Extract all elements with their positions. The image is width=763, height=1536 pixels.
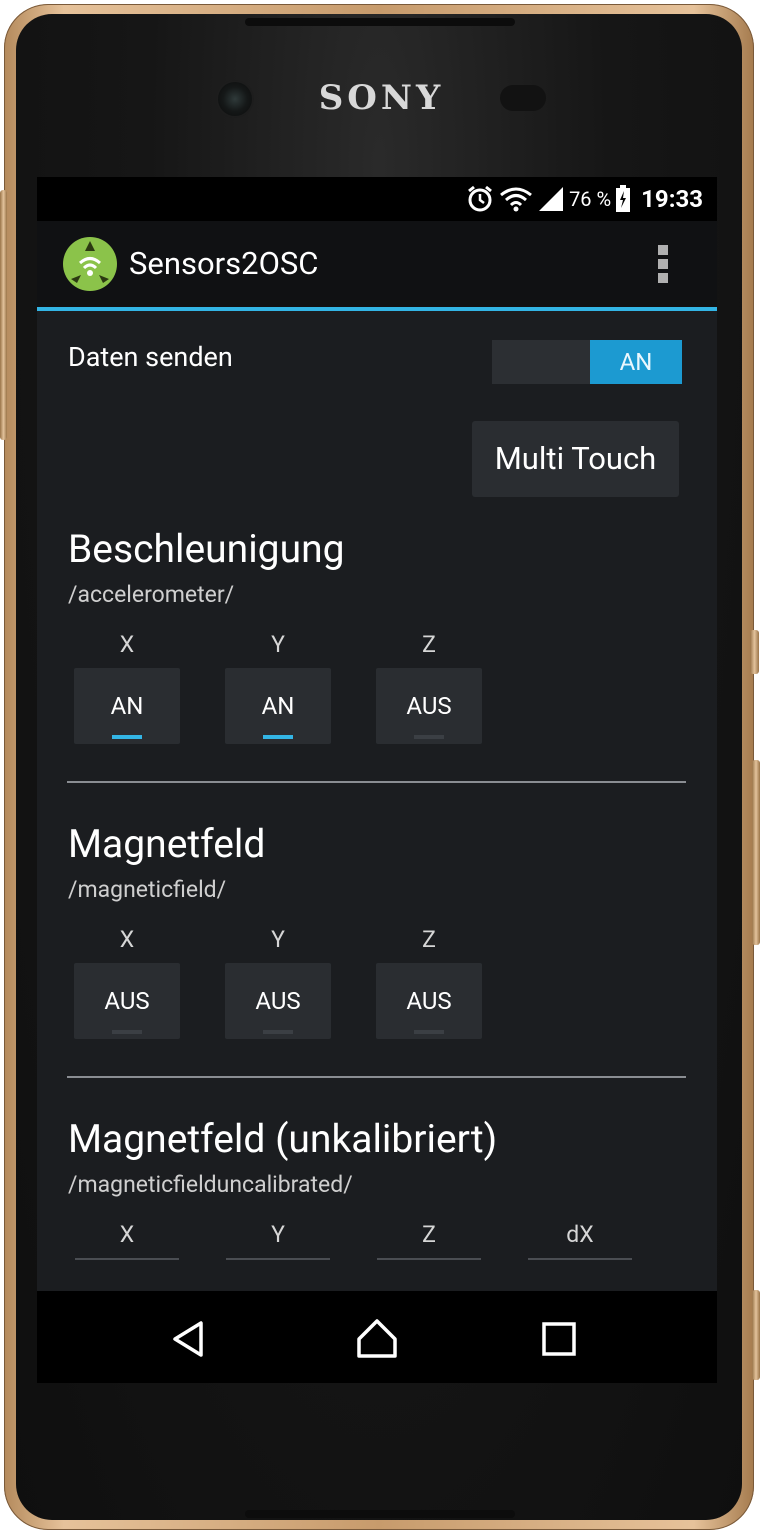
battery-percent: 76 % (569, 187, 612, 211)
overflow-menu-icon[interactable] (653, 245, 673, 287)
navigation-bar (37, 1291, 717, 1383)
app-title: Sensors2OSC (129, 245, 319, 282)
field-underline (528, 1258, 632, 1260)
side-button-volume (752, 760, 760, 945)
signal-icon (539, 187, 564, 211)
toggle-indicator (414, 735, 444, 739)
axis-label-y: Y (271, 926, 285, 953)
toggle-thumb: AN (590, 340, 682, 384)
earpiece-speaker (245, 18, 515, 26)
app-logo-icon[interactable] (63, 237, 117, 291)
magnet-y-toggle[interactable]: AUS (225, 963, 331, 1039)
home-icon[interactable] (355, 1317, 399, 1361)
toggle-indicator (112, 735, 142, 739)
side-button-camera (752, 1290, 760, 1380)
screen: 76 % 19:33 Sensors2OSC Daten senden AN M… (37, 177, 717, 1383)
toggle-text: AUS (104, 987, 150, 1015)
send-data-label: Daten senden (68, 341, 233, 373)
clock: 19:33 (641, 185, 703, 213)
accel-x-toggle[interactable]: AN (74, 668, 180, 744)
section-path: /accelerometer/ (68, 581, 235, 608)
section-divider (67, 781, 686, 783)
magnet-x-toggle[interactable]: AUS (74, 963, 180, 1039)
axis-label-x: X (119, 1221, 135, 1248)
section-title: Beschleunigung (68, 526, 345, 572)
brand-logo: SONY (318, 78, 445, 118)
section-title: Magnetfeld (68, 821, 266, 867)
main-content: Daten senden AN Multi Touch Beschleunigu… (37, 311, 717, 1291)
field-underline (75, 1258, 179, 1260)
recents-icon[interactable] (537, 1317, 581, 1361)
axis-label-z: Z (422, 631, 436, 658)
toggle-text: AUS (406, 692, 452, 720)
multi-touch-button[interactable]: Multi Touch (472, 421, 679, 497)
toggle-text: AUS (406, 987, 452, 1015)
accel-z-toggle[interactable]: AUS (376, 668, 482, 744)
section-path: /magneticfielduncalibrated/ (68, 1171, 353, 1198)
toggle-text: AN (261, 692, 295, 720)
axis-label-dx: dX (566, 1221, 594, 1248)
section-divider (67, 1076, 686, 1078)
side-button-power (750, 630, 759, 674)
axis-label-y: Y (271, 631, 285, 658)
toggle-text: AN (110, 692, 144, 720)
axis-label-x: X (119, 631, 135, 658)
field-underline (377, 1258, 481, 1260)
magnet-z-toggle[interactable]: AUS (376, 963, 482, 1039)
field-underline (226, 1258, 330, 1260)
bottom-speaker (245, 1510, 515, 1518)
axis-label-z: Z (422, 1221, 436, 1248)
toggle-indicator (414, 1030, 444, 1034)
toggle-text: AUS (255, 987, 301, 1015)
accel-y-toggle[interactable]: AN (225, 668, 331, 744)
status-bar: 76 % 19:33 (37, 177, 717, 221)
side-slot (0, 190, 7, 440)
battery-icon (616, 185, 631, 212)
send-data-toggle[interactable]: AN (492, 340, 682, 384)
section-title: Magnetfeld (unkalibriert) (68, 1116, 498, 1162)
axis-label-z: Z (422, 926, 436, 953)
action-bar: Sensors2OSC (37, 221, 717, 311)
toggle-indicator (112, 1030, 142, 1034)
toggle-indicator (263, 1030, 293, 1034)
back-icon[interactable] (167, 1317, 211, 1361)
axis-label-x: X (119, 926, 135, 953)
section-path: /magneticfield/ (68, 876, 227, 903)
wifi-icon (500, 187, 532, 212)
alarm-icon (468, 185, 492, 212)
toggle-indicator (263, 735, 293, 739)
axis-label-y: Y (271, 1221, 285, 1248)
